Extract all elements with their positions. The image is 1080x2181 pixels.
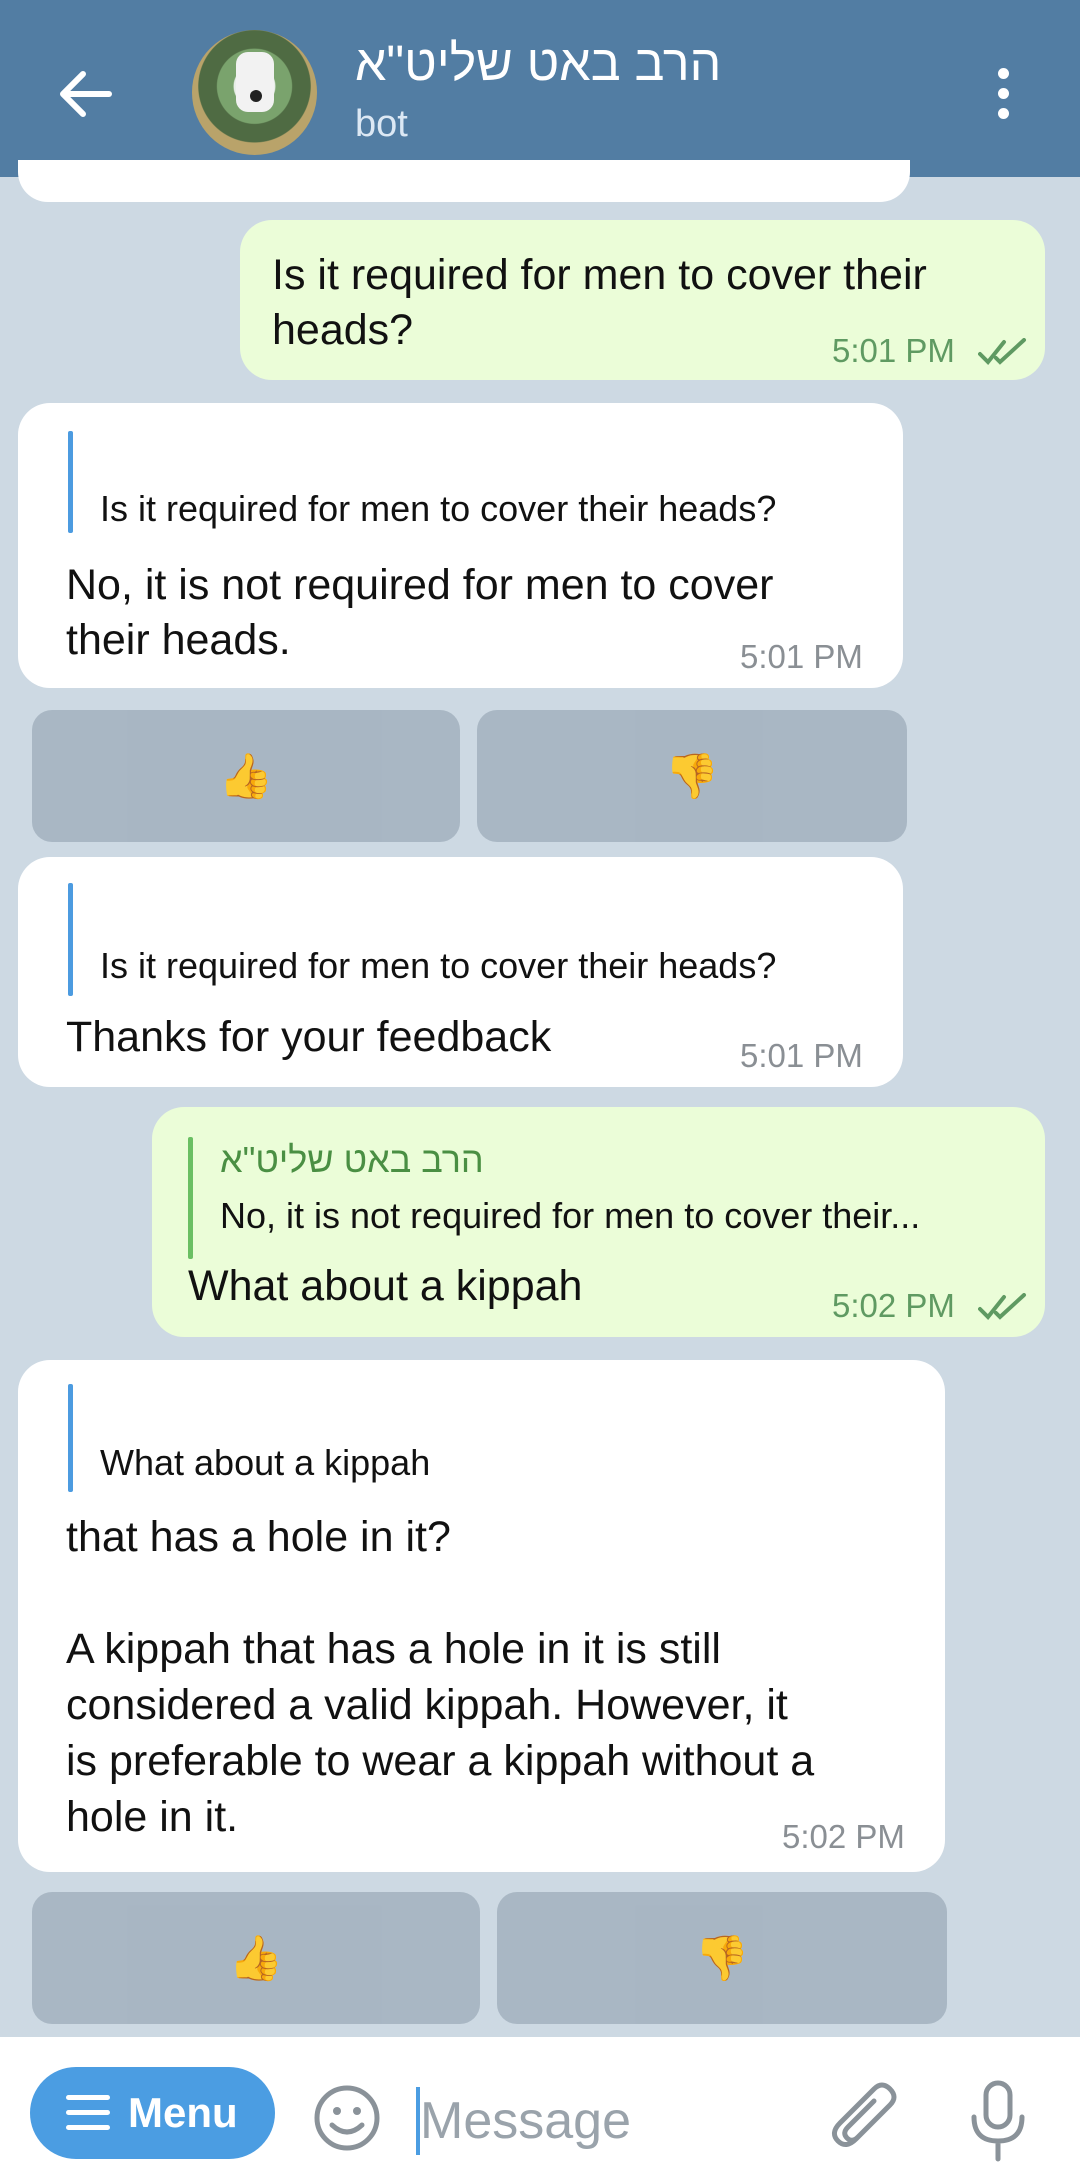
menu-label: Menu <box>128 2089 238 2136</box>
reply-quote: Is it required for men to cover their he… <box>100 945 777 986</box>
hamburger-icon <box>66 2095 110 2131</box>
outgoing-message[interactable]: Is it required for men to cover their he… <box>240 220 1045 380</box>
message-text: heads? <box>272 306 414 354</box>
thumbs-up-icon: 👍 <box>228 1934 284 1983</box>
message-text: No, it is not required for men to cover <box>66 561 774 609</box>
thumbs-up-button[interactable]: 👍 <box>32 710 460 842</box>
incoming-message[interactable]: Is it required for men to cover their he… <box>18 857 903 1087</box>
thumbs-down-icon: 👎 <box>664 752 720 801</box>
incoming-message[interactable]: Is it required for men to cover their he… <box>18 403 903 688</box>
message-composer: Menu <box>0 2037 1080 2181</box>
message-time: 5:01 PM <box>832 332 955 369</box>
message-time: 5:01 PM <box>740 638 863 675</box>
bot-menu-button[interactable]: Menu <box>30 2067 275 2159</box>
thumbs-down-button[interactable]: 👎 <box>497 1892 947 2024</box>
message-text: A kippah that has a hole in it is still <box>66 1625 721 1673</box>
emoji-icon[interactable] <box>312 2083 382 2153</box>
chat-header: הרב באט שליט"א bot <box>0 0 1080 177</box>
read-checkmarks-icon <box>978 1293 1026 1320</box>
outgoing-message[interactable]: הרב באט שליט"א No, it is not required fo… <box>152 1107 1045 1337</box>
message-time: 5:02 PM <box>782 1818 905 1855</box>
quote-bar <box>68 431 73 533</box>
message-text: Is it required for men to cover their <box>272 251 927 299</box>
reply-quote-author: הרב באט שליט"א <box>220 1139 484 1180</box>
bot-avatar[interactable] <box>192 30 317 155</box>
more-options-icon[interactable] <box>990 68 1016 122</box>
message-time: 5:02 PM <box>832 1287 955 1324</box>
message-text: What about a kippah <box>188 1262 583 1310</box>
attach-icon[interactable] <box>828 2081 902 2161</box>
thumbs-down-icon: 👎 <box>694 1934 750 1983</box>
message-text: is preferable to wear a kippah without a <box>66 1737 815 1785</box>
message-time: 5:01 PM <box>740 1037 863 1074</box>
message-input[interactable] <box>420 2083 800 2159</box>
message-text: considered a valid kippah. However, it <box>66 1681 788 1729</box>
back-arrow-icon[interactable] <box>55 68 115 120</box>
thumbs-up-button[interactable]: 👍 <box>32 1892 480 2024</box>
thumbs-up-icon: 👍 <box>218 752 274 801</box>
message-text: Thanks for your feedback <box>66 1013 552 1061</box>
quote-bar <box>188 1137 193 1259</box>
thumbs-down-button[interactable]: 👎 <box>477 710 907 842</box>
message-text: that has a hole in it? <box>66 1513 451 1561</box>
chat-title[interactable]: הרב באט שליט"א <box>355 34 721 92</box>
previous-message-bubble <box>18 160 910 202</box>
reply-quote: Is it required for men to cover their he… <box>100 488 777 529</box>
read-checkmarks-icon <box>978 338 1026 365</box>
incoming-message[interactable]: What about a kippah that has a hole in i… <box>18 1360 945 1872</box>
reply-quote: No, it is not required for men to cover … <box>220 1195 921 1236</box>
message-text: hole in it. <box>66 1793 239 1841</box>
chat-subtitle: bot <box>355 103 408 145</box>
message-text: their heads. <box>66 616 291 664</box>
quote-bar <box>68 883 73 996</box>
reply-quote: What about a kippah <box>100 1442 431 1483</box>
microphone-icon[interactable] <box>968 2079 1028 2163</box>
quote-bar <box>68 1384 73 1492</box>
